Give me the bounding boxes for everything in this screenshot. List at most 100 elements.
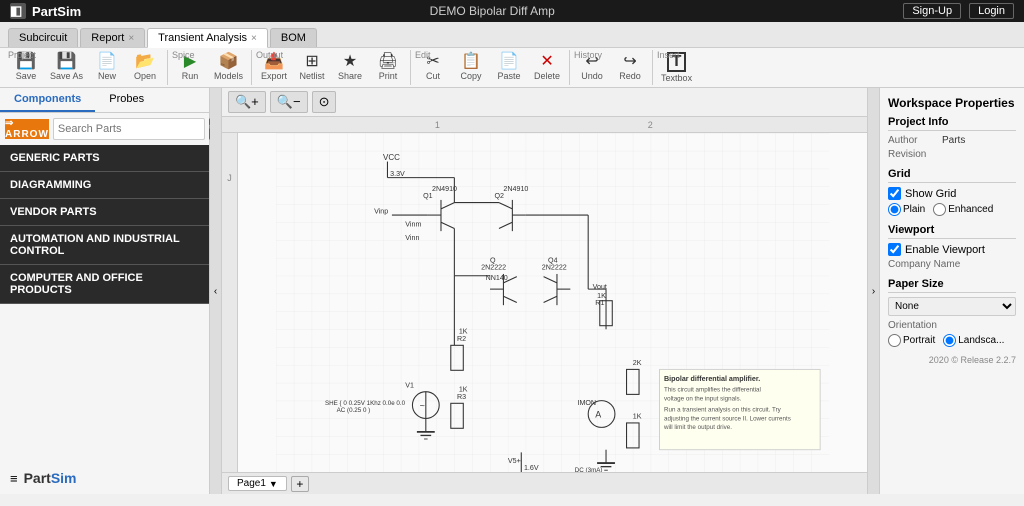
category-vendor-parts-label: VENDOR PARTS: [10, 206, 97, 218]
left-panel: Components Probes ⇒ ARROW 🔍 GENERIC PART…: [0, 88, 210, 494]
tab-report-close[interactable]: ×: [128, 33, 134, 44]
tab-report[interactable]: Report ×: [80, 28, 145, 47]
save-as-button[interactable]: 💾 Save As: [46, 52, 87, 83]
schematic-canvas[interactable]: 1 2 J VCC 3.3V: [222, 117, 867, 472]
canvas-nav-right[interactable]: ›: [867, 88, 879, 494]
svg-text:A: A: [595, 410, 601, 420]
models-button[interactable]: 📦 Models: [210, 52, 247, 83]
search-input[interactable]: [53, 118, 205, 140]
svg-text:R2: R2: [457, 335, 466, 343]
enable-viewport-row: Enable Viewport: [888, 243, 1016, 256]
save-label: Save: [16, 71, 37, 81]
zoom-in-button[interactable]: 🔍+: [228, 91, 266, 113]
svg-text:IMON: IMON: [577, 399, 596, 407]
delete-icon: ✕: [540, 54, 553, 70]
share-button[interactable]: ★ Share: [332, 52, 368, 83]
new-button[interactable]: 📄 New: [89, 52, 125, 83]
svg-text:Vinm: Vinm: [405, 221, 421, 229]
paste-button[interactable]: 📄 Paste: [491, 52, 527, 83]
landscape-input[interactable]: [943, 334, 956, 347]
page-tab-1-label: Page1: [237, 478, 266, 489]
toolbar-group-history-label: History: [574, 50, 602, 60]
revision-label: Revision: [888, 149, 938, 160]
netlist-label: Netlist: [300, 71, 325, 81]
svg-text:DC (3mA): DC (3mA): [575, 467, 603, 472]
category-generic-parts[interactable]: GENERIC PARTS: [0, 145, 209, 172]
redo-label: Redo: [619, 71, 641, 81]
workspace-properties-title: Workspace Properties: [888, 96, 1016, 110]
show-grid-checkbox[interactable]: [888, 187, 901, 200]
copy-label: Copy: [461, 71, 482, 81]
zoom-out-button[interactable]: 🔍−: [270, 91, 308, 113]
landscape-radio[interactable]: Landsca...: [943, 334, 1004, 347]
grid-enhanced-input[interactable]: [933, 203, 946, 216]
copy-button[interactable]: 📋 Copy: [453, 52, 489, 83]
panel-tab-probes[interactable]: Probes: [95, 88, 158, 112]
svg-text:1K: 1K: [633, 412, 642, 420]
logo-icon: ◧: [10, 3, 26, 19]
show-grid-row: Show Grid: [888, 187, 1016, 200]
grid-plain-input[interactable]: [888, 203, 901, 216]
toolbar-group-history: History ↩ Undo ↪ Redo: [570, 50, 653, 85]
grid-plain-radio[interactable]: Plain: [888, 203, 925, 216]
run-label: Run: [182, 71, 199, 81]
paper-size-title: Paper Size: [888, 278, 1016, 293]
tab-transient-close[interactable]: ×: [251, 33, 257, 44]
canvas-nav-left[interactable]: ‹: [210, 88, 222, 494]
svg-text:2N4910: 2N4910: [432, 185, 457, 193]
panel-tab-probes-label: Probes: [109, 93, 144, 105]
page-tabs: Page1 ▼ +: [222, 472, 867, 494]
enable-viewport-checkbox[interactable]: [888, 243, 901, 256]
author-value: Parts: [942, 135, 965, 146]
tab-subcircuit[interactable]: Subcircuit: [8, 28, 78, 47]
svg-text:will limit the output drive.: will limit the output drive.: [663, 424, 732, 431]
models-icon: 📦: [219, 54, 239, 70]
grid-enhanced-radio[interactable]: Enhanced: [933, 203, 993, 216]
category-automation[interactable]: AUTOMATION AND INDUSTRIAL CONTROL: [0, 226, 209, 265]
svg-text:VCC: VCC: [383, 153, 400, 162]
print-button[interactable]: 🖨 Print: [370, 52, 406, 83]
portrait-label: Portrait: [903, 335, 935, 346]
login-button[interactable]: Login: [969, 3, 1014, 19]
top-bar: ◧ PartSim DEMO Bipolar Diff Amp Sign-Up …: [0, 0, 1024, 22]
redo-icon: ↪: [623, 54, 636, 70]
left-panel-logo: ≡ PartSim: [0, 462, 209, 494]
toolbar-group-insert-label: Insert: [657, 50, 680, 60]
share-icon: ★: [343, 54, 357, 70]
page-tab-1[interactable]: Page1 ▼: [228, 476, 287, 491]
print-icon: 🖨: [378, 54, 398, 70]
panel-tab-components[interactable]: Components: [0, 88, 95, 112]
paper-size-select[interactable]: None A4 Letter: [888, 297, 1016, 316]
tab-bom[interactable]: BOM: [270, 28, 317, 47]
arrow-logo: ⇒ ARROW: [5, 119, 49, 139]
canvas-area-container: 🔍+ 🔍− ⊙ 1 2 J: [222, 88, 867, 494]
partsim-logo-text: PartSim: [24, 470, 77, 486]
category-computer-office[interactable]: COMPUTER AND OFFICE PRODUCTS: [0, 265, 209, 304]
delete-button[interactable]: ✕ Delete: [529, 52, 565, 83]
orientation-label: Orientation: [888, 320, 938, 331]
portrait-radio[interactable]: Portrait: [888, 334, 935, 347]
signup-button[interactable]: Sign-Up: [903, 3, 961, 19]
grid-type-group: Plain Enhanced: [888, 203, 1016, 216]
open-button[interactable]: 📂 Open: [127, 52, 163, 83]
category-diagramming[interactable]: DIAGRAMMING: [0, 172, 209, 199]
company-name-label: Company Name: [888, 259, 960, 270]
orientation-row: Orientation: [888, 320, 1016, 331]
toolbar: Project 💾 Save 💾 Save As 📄 New 📂 Open Sp…: [0, 48, 1024, 88]
models-label: Models: [214, 71, 243, 81]
add-page-button[interactable]: +: [291, 476, 309, 492]
tab-transient[interactable]: Transient Analysis ×: [147, 28, 268, 48]
netlist-button[interactable]: ⊞ Netlist: [294, 52, 330, 83]
tab-transient-label: Transient Analysis: [158, 32, 247, 44]
category-vendor-parts[interactable]: VENDOR PARTS: [0, 199, 209, 226]
portrait-input[interactable]: [888, 334, 901, 347]
category-generic-parts-label: GENERIC PARTS: [10, 152, 100, 164]
svg-text:2N2222: 2N2222: [481, 263, 506, 271]
svg-text:~: ~: [420, 401, 425, 411]
redo-button[interactable]: ↪ Redo: [612, 52, 648, 83]
zoom-reset-button[interactable]: ⊙: [312, 91, 337, 113]
tab-report-label: Report: [91, 32, 124, 44]
svg-text:Q1: Q1: [423, 192, 433, 200]
viewport-title: Viewport: [888, 224, 1016, 239]
toolbar-group-project: Project 💾 Save 💾 Save As 📄 New 📂 Open: [4, 50, 168, 85]
